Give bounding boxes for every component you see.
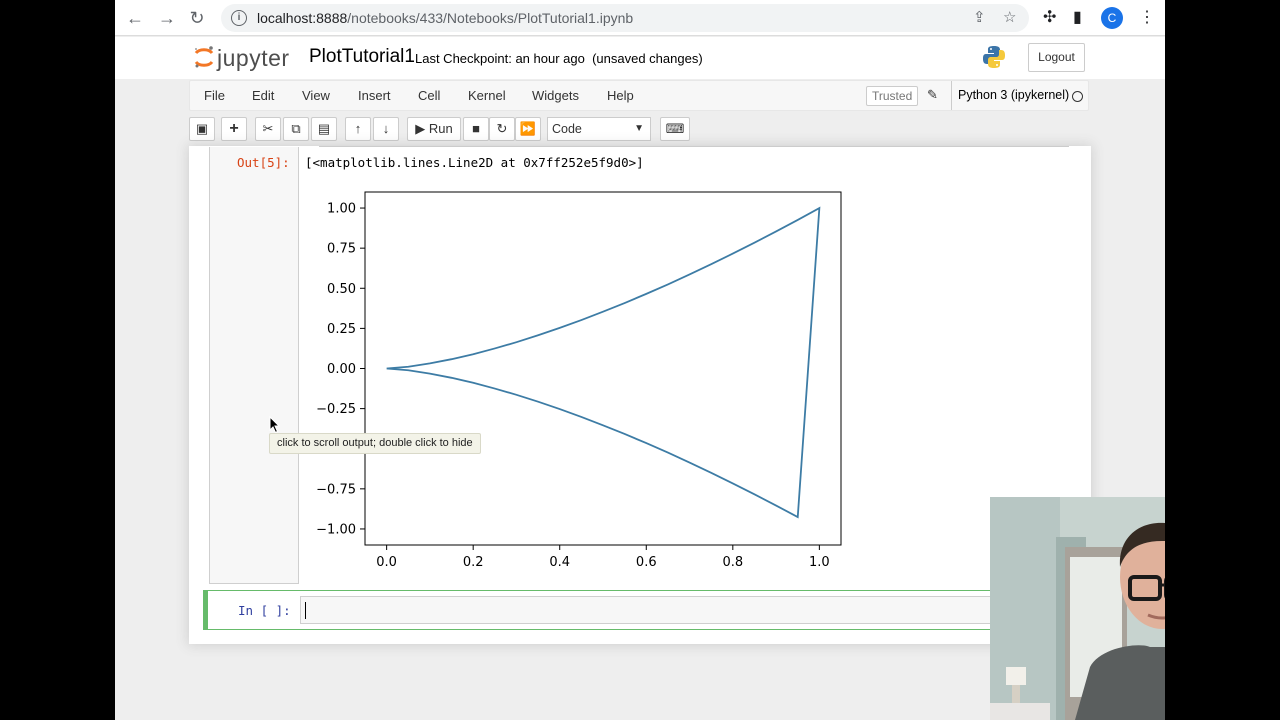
menu-file[interactable]: File (204, 88, 225, 103)
kernel-idle-indicator-icon (1072, 91, 1083, 102)
jupyter-logo-icon (194, 46, 214, 68)
y-tick-label: −1.00 (316, 522, 356, 537)
edit-mode-pencil-icon: ✎ (927, 87, 938, 102)
output-prompt-area[interactable] (209, 147, 299, 584)
jupyter-header: jupyter PlotTutorial1 Last Checkpoint: a… (115, 37, 1165, 79)
site-info-icon[interactable]: i (231, 10, 247, 26)
y-tick-label: 0.25 (327, 322, 356, 337)
browser-window: ← → ↻ i localhost:8888/notebooks/433/Not… (115, 0, 1165, 720)
menu-help[interactable]: Help (607, 88, 634, 103)
webcam-video-overlay (990, 497, 1165, 720)
url-text[interactable]: localhost:8888/notebooks/433/Notebooks/P… (257, 10, 633, 26)
copy-icon[interactable]: ⧉ (283, 117, 309, 141)
x-tick-label: 0.8 (722, 555, 743, 570)
jupyter-logo-text: jupyter (217, 45, 290, 71)
menu-cell[interactable]: Cell (418, 88, 440, 103)
restart-run-all-icon[interactable]: ⏩ (515, 117, 541, 141)
x-tick-label: 1.0 (809, 555, 830, 570)
browser-toolbar: ← → ↻ i localhost:8888/notebooks/433/Not… (115, 0, 1165, 36)
checkpoint-text: Last Checkpoint: an hour ago (415, 51, 585, 66)
y-tick-label: −0.75 (316, 482, 356, 497)
code-editor[interactable] (300, 596, 1080, 624)
x-tick-label: 0.0 (376, 555, 397, 570)
x-tick-label: 0.2 (463, 555, 484, 570)
run-label: Run (428, 121, 453, 136)
text-caret (305, 602, 306, 619)
output-text: [<matplotlib.lines.Line2D at 0x7ff252e5f… (305, 155, 644, 170)
menu-kernel[interactable]: Kernel (468, 88, 506, 103)
url-path: /notebooks/433/Notebooks/PlotTutorial1.i… (347, 10, 634, 26)
interrupt-icon[interactable]: ■ (463, 117, 489, 141)
cell-type-value: Code (552, 122, 582, 136)
move-up-icon[interactable]: ↑ (345, 117, 371, 141)
input-prompt: In [ ]: (238, 603, 291, 618)
address-bar[interactable]: i localhost:8888/notebooks/433/Notebooks… (221, 4, 1029, 32)
save-icon[interactable]: ▣ (189, 117, 215, 141)
extensions-icon[interactable]: ✣ (1043, 7, 1056, 27)
share-icon[interactable]: ⇪ (973, 8, 986, 26)
reload-icon[interactable]: ↻ (185, 6, 209, 30)
notebook-toolbar: ▣ + ✂ ⧉ ▤ ↑ ↓ ▶ Run ■ ↻ ⏩ Code ▼ ⌨ (189, 115, 1089, 143)
autosave-status: (unsaved changes) (592, 51, 703, 66)
y-tick-label: 1.00 (327, 202, 356, 217)
output-prompt: Out[5]: (237, 155, 290, 170)
checkpoint-status: Last Checkpoint: an hour ago (unsaved ch… (415, 51, 703, 66)
line-plot: 1.000.750.500.250.00−0.25−0.50−0.75−1.00… (316, 191, 842, 570)
menu-widgets[interactable]: Widgets (532, 88, 579, 103)
x-tick-label: 0.6 (636, 555, 657, 570)
browser-menu-icon[interactable]: ⋮ (1139, 7, 1155, 27)
mouse-cursor-icon (269, 416, 281, 434)
profile-avatar[interactable]: C (1101, 7, 1123, 29)
y-tick-label: −0.25 (316, 402, 356, 417)
move-down-icon[interactable]: ↓ (373, 117, 399, 141)
y-tick-label: 0.00 (327, 362, 356, 377)
x-tick-label: 0.4 (549, 555, 570, 570)
url-host: localhost:8888 (257, 10, 348, 26)
keyboard-shortcuts-icon[interactable]: ⌨ (660, 117, 690, 141)
menu-edit[interactable]: Edit (252, 88, 274, 103)
forward-icon[interactable]: → (155, 6, 179, 30)
side-panel-icon[interactable]: ▮ (1073, 7, 1082, 27)
notebook-title[interactable]: PlotTutorial1 (309, 46, 415, 68)
x-axis: 0.0 0.2 0.4 0.6 0.8 1.0 (376, 545, 830, 570)
y-axis: 1.000.750.500.250.00−0.25−0.50−0.75−1.00 (316, 202, 365, 537)
menubar: File Edit View Insert Cell Kernel Widget… (189, 80, 1089, 111)
menu-insert[interactable]: Insert (358, 88, 391, 103)
kernel-name[interactable]: Python 3 (ipykernel) (951, 81, 1069, 110)
restart-icon[interactable]: ↻ (489, 117, 515, 141)
logout-button[interactable]: Logout (1028, 43, 1085, 72)
cut-icon[interactable]: ✂ (255, 117, 281, 141)
trusted-indicator[interactable]: Trusted (866, 86, 919, 106)
axes-frame (364, 191, 842, 546)
menu-view[interactable]: View (302, 88, 330, 103)
plot-line (386, 206, 821, 519)
y-tick-label: 0.50 (327, 282, 356, 297)
cell-type-select[interactable]: Code ▼ (547, 117, 651, 141)
run-icon: ▶ (415, 121, 426, 136)
run-button[interactable]: ▶ Run (407, 117, 461, 141)
bookmark-star-icon[interactable]: ☆ (1003, 8, 1016, 26)
insert-cell-icon[interactable]: + (221, 117, 247, 141)
paste-icon[interactable]: ▤ (311, 117, 337, 141)
chevron-down-icon: ▼ (634, 123, 644, 134)
scroll-output-tooltip: click to scroll output; double click to … (269, 433, 481, 454)
previous-cell-border (319, 146, 1069, 147)
y-tick-label: 0.75 (327, 242, 356, 257)
back-icon[interactable]: ← (123, 6, 147, 30)
python-logo-icon (983, 46, 1005, 68)
